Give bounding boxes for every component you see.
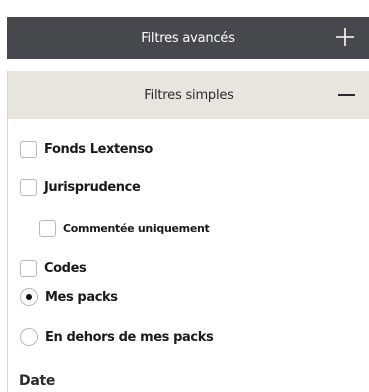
filter-commentee-uniquement[interactable]: Commentée uniquement bbox=[39, 220, 210, 237]
advanced-filters-toggle[interactable]: Filtres avancés bbox=[7, 17, 369, 59]
radio-en-dehors-option[interactable]: En dehors de mes packs bbox=[20, 328, 214, 346]
radio-mes-packs[interactable] bbox=[20, 288, 38, 306]
radio-en-dehors-de-mes-packs[interactable] bbox=[20, 328, 38, 346]
plus-icon[interactable] bbox=[335, 27, 355, 47]
minus-icon[interactable] bbox=[338, 94, 355, 96]
simple-filters-toggle[interactable]: Filtres simples bbox=[8, 71, 369, 119]
radio-en-dehors-label: En dehors de mes packs bbox=[45, 329, 214, 345]
checkbox-commentee-uniquement[interactable] bbox=[39, 220, 56, 237]
filter-jurisprudence-label: Jurisprudence bbox=[44, 180, 141, 195]
filter-codes[interactable]: Codes bbox=[20, 260, 87, 277]
advanced-filters-label: Filtres avancés bbox=[141, 30, 235, 46]
checkbox-codes[interactable] bbox=[20, 260, 37, 277]
simple-filters-panel: Filtres simples Fonds Lextenso Jurisprud… bbox=[7, 71, 369, 392]
filter-commentee-uniquement-label: Commentée uniquement bbox=[63, 222, 210, 235]
filter-fonds-lextenso-label: Fonds Lextenso bbox=[44, 142, 153, 157]
filter-codes-label: Codes bbox=[44, 261, 87, 276]
radio-mes-packs-label: Mes packs bbox=[45, 289, 118, 305]
filter-fonds-lextenso[interactable]: Fonds Lextenso bbox=[20, 141, 153, 158]
filter-jurisprudence[interactable]: Jurisprudence bbox=[20, 179, 141, 196]
simple-filters-label: Filtres simples bbox=[144, 87, 234, 103]
filters-sidebar: Filtres avancés Filtres simples Fonds Le… bbox=[0, 0, 369, 392]
radio-selected-dot bbox=[26, 294, 32, 300]
radio-mes-packs-option[interactable]: Mes packs bbox=[20, 288, 118, 306]
checkbox-fonds-lextenso[interactable] bbox=[20, 141, 37, 158]
checkbox-jurisprudence[interactable] bbox=[20, 179, 37, 196]
date-section-title: Date bbox=[19, 373, 56, 389]
